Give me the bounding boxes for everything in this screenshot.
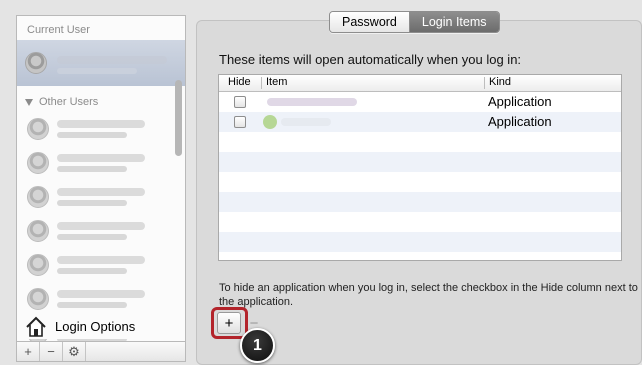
blurred-user-name — [57, 222, 145, 230]
app-icon — [263, 115, 277, 129]
hint-text: To hide an application when you log in, … — [219, 282, 638, 308]
disclosure-triangle-icon[interactable] — [25, 98, 33, 106]
column-header-hide[interactable]: Hide — [228, 76, 251, 88]
blurred-user-type — [57, 234, 127, 240]
intro-text: These items will open automatically when… — [219, 52, 522, 67]
blurred-user-type — [57, 68, 137, 74]
blurred-user-name — [57, 188, 145, 196]
user-avatar-icon — [27, 220, 49, 242]
empty-row — [219, 192, 621, 212]
other-users-header[interactable]: Other Users — [25, 96, 98, 108]
tab-login-items[interactable]: Login Items — [409, 12, 499, 32]
blurred-user-name — [57, 120, 145, 128]
column-divider — [484, 77, 485, 89]
tab-password[interactable]: Password — [330, 12, 410, 32]
blurred-user-type — [57, 200, 127, 206]
login-items-table: Hide Item Kind Application Application — [218, 74, 622, 261]
empty-row — [219, 132, 621, 152]
remove-user-button[interactable]: − — [40, 342, 63, 361]
row-kind: Application — [488, 114, 552, 129]
column-header-item[interactable]: Item — [266, 76, 287, 88]
login-options-label: Login Options — [55, 319, 136, 334]
users-sidebar: Current User Other Users Login Options — [16, 15, 186, 342]
annotation-callout-badge: 1 — [240, 328, 275, 363]
blurred-user-type — [57, 302, 127, 308]
table-row[interactable]: Application — [219, 92, 621, 112]
blurred-item-name — [281, 118, 331, 126]
empty-row — [219, 212, 621, 232]
empty-row — [219, 152, 621, 172]
hide-checkbox[interactable] — [234, 116, 246, 128]
blurred-user-type — [57, 268, 127, 274]
blurred-item-name — [267, 98, 357, 106]
user-avatar-icon — [27, 152, 49, 174]
blurred-user-name — [57, 56, 167, 64]
column-divider — [261, 77, 262, 89]
row-kind: Application — [488, 94, 552, 109]
empty-row — [219, 172, 621, 192]
blurred-user-name — [57, 290, 145, 298]
user-avatar-icon — [25, 52, 47, 74]
add-user-button[interactable]: + — [17, 342, 40, 361]
user-avatar-icon — [27, 288, 49, 310]
login-options-item[interactable]: Login Options — [17, 313, 185, 339]
gear-icon[interactable]: ⚙ — [63, 342, 86, 361]
user-list-item[interactable] — [17, 248, 177, 282]
user-list-item[interactable] — [17, 112, 177, 146]
column-header-kind[interactable]: Kind — [489, 76, 511, 88]
house-icon — [26, 316, 46, 337]
blurred-user-type — [57, 166, 127, 172]
user-list-item[interactable] — [17, 146, 177, 180]
segmented-tabs: Password Login Items — [329, 11, 500, 33]
other-users-label: Other Users — [39, 96, 99, 108]
blurred-user-name — [57, 154, 145, 162]
hide-checkbox[interactable] — [234, 96, 246, 108]
user-avatar-icon — [27, 118, 49, 140]
user-avatar-icon — [27, 254, 49, 276]
current-user-row[interactable] — [17, 40, 185, 86]
other-users-list — [17, 112, 177, 341]
table-header: Hide Item Kind — [219, 75, 621, 92]
sidebar-scrollbar[interactable] — [175, 80, 182, 156]
current-user-header: Current User — [27, 24, 90, 36]
user-list-item[interactable] — [17, 214, 177, 248]
user-list-item[interactable] — [17, 282, 177, 316]
blurred-user-name — [57, 256, 145, 264]
empty-row — [219, 232, 621, 252]
user-list-item[interactable] — [17, 180, 177, 214]
user-avatar-icon — [27, 186, 49, 208]
blurred-user-type — [57, 132, 127, 138]
table-row[interactable]: Application — [219, 112, 621, 132]
sidebar-toolbar: + − ⚙ — [16, 342, 186, 362]
